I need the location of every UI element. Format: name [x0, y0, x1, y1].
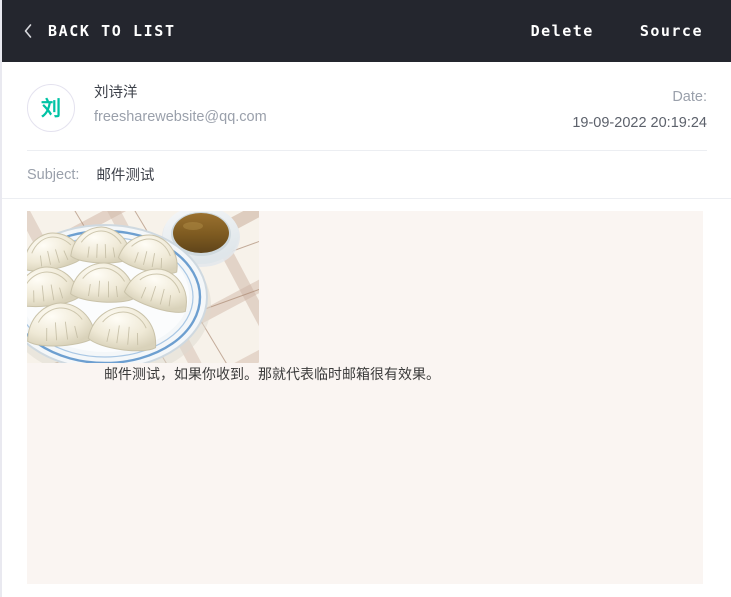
date-value: 19-09-2022 20:19:24 — [572, 115, 707, 131]
back-to-list-label: BACK TO LIST — [48, 22, 176, 40]
delete-button[interactable]: Delete — [529, 18, 596, 44]
subject-label: Subject: — [27, 166, 80, 183]
email-body-wrapper: 邮件测试，如果你收到。那就代表临时邮箱很有效果。 — [2, 199, 731, 584]
avatar: 刘 — [27, 84, 75, 132]
avatar-letter: 刘 — [41, 96, 61, 120]
subject-row: Subject: 邮件测试 — [2, 151, 731, 198]
sender-email: freesharewebsite@qq.com — [94, 109, 267, 125]
date-block: Date: 19-09-2022 20:19:24 — [572, 81, 707, 134]
date-label: Date: — [672, 89, 707, 105]
back-to-list-button[interactable]: BACK TO LIST — [20, 21, 176, 41]
email-body: 邮件测试，如果你收到。那就代表临时邮箱很有效果。 — [27, 211, 703, 584]
sender-name: 刘诗洋 — [94, 85, 138, 101]
toolbar-actions: Delete Source — [529, 18, 705, 44]
source-button[interactable]: Source — [638, 18, 705, 44]
email-body-text: 邮件测试，如果你收到。那就代表临时邮箱很有效果。 — [104, 367, 440, 383]
sender-meta: 刘诗洋 freesharewebsite@qq.com — [94, 81, 267, 128]
subject-value: 邮件测试 — [96, 168, 155, 184]
sender-row: 刘 刘诗洋 freesharewebsite@qq.com Date: 19-0… — [2, 62, 731, 150]
email-toolbar: BACK TO LIST Delete Source — [2, 0, 731, 62]
chevron-left-icon — [20, 21, 36, 41]
email-detail-view: BACK TO LIST Delete Source 刘 刘诗洋 freesha… — [0, 0, 731, 597]
dumplings-illustration — [27, 211, 259, 363]
